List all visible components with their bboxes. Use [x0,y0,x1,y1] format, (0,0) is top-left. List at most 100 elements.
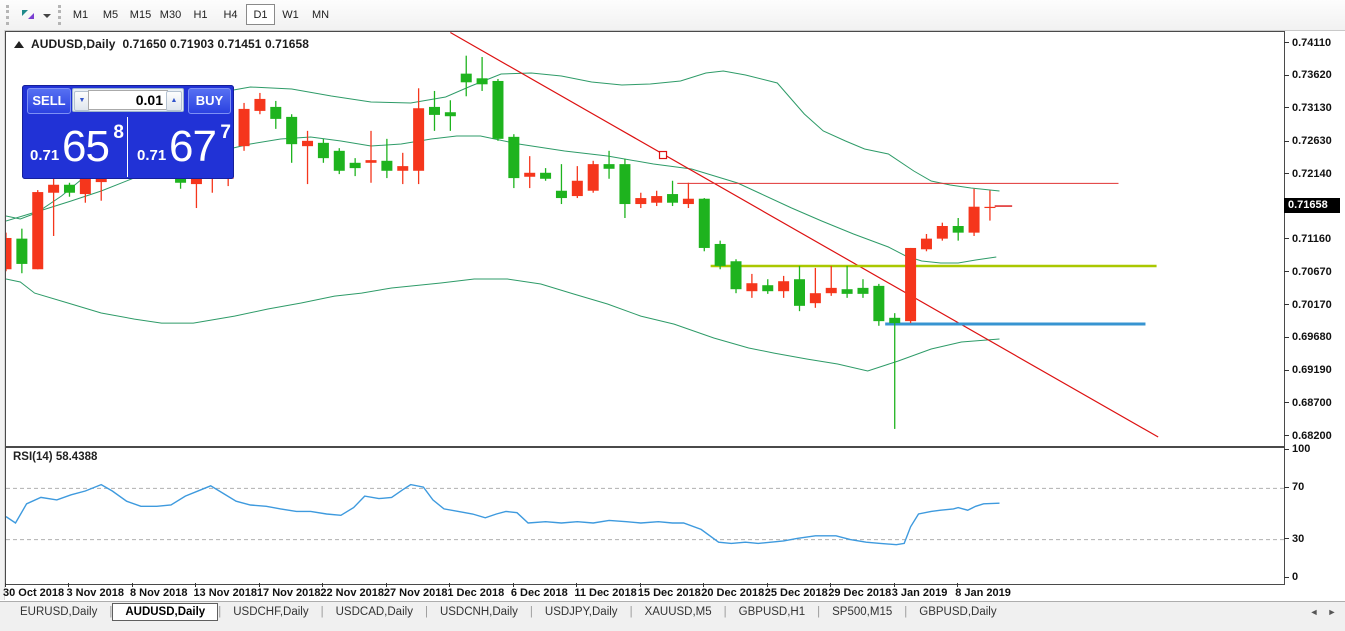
candle-body [349,162,361,169]
date-label: 11 Dec 2018 [574,587,637,599]
panel-divider [127,117,128,177]
date-axis[interactable]: 30 Oct 2018 3 Nov 2018 8 Nov 2018 13 Nov 20… [3,583,1345,601]
candle-body [825,287,837,294]
rsi-axis-tick [1284,448,1289,450]
price-axis-tick [1284,271,1289,273]
sell-price-sup: 8 [113,122,124,143]
rsi-axis-label: 100 [1292,443,1311,455]
candle-body [603,164,615,169]
date-label: 29 Dec 2018 [828,587,892,599]
timeframe-button-m15[interactable]: M15 [126,4,155,25]
chart-tab-usdchf-daily[interactable]: USDCHF,Daily [221,604,320,621]
timeframe-button-m1[interactable]: M1 [66,4,95,25]
candle-body [952,225,964,233]
trendline-handle[interactable] [658,150,668,160]
candle-body [6,237,12,270]
price-axis-tick [1284,304,1289,306]
candle-body [48,184,60,193]
price-axis-label: 0.72140 [1292,167,1332,180]
date-label: 6 Dec 2018 [510,587,568,599]
candle-body [619,164,631,205]
chart-tab-usdcad-daily[interactable]: USDCAD,Daily [324,604,425,621]
date-label: 22 Nov 2018 [320,587,384,599]
candle-body [762,285,774,292]
price-axis-label: 0.73130 [1292,101,1332,114]
date-label: 8 Nov 2018 [129,587,188,599]
rsi-axis-tick [1284,576,1289,578]
chart-tab-sp500-m15[interactable]: SP500,M15 [820,604,904,621]
date-label: 27 Nov 2018 [383,587,448,599]
date-label: 3 Jan 2019 [891,587,948,599]
price-axis-label: 0.73620 [1292,69,1332,82]
date-label: 15 Dec 2018 [637,587,701,599]
timeframe-button-d1[interactable]: D1 [246,4,275,25]
candle-body [714,243,726,266]
chart-tab-audusd-daily[interactable]: AUDUSD,Daily [112,603,219,621]
descending-trendline[interactable] [450,32,1159,438]
timeframe-button-h4[interactable]: H4 [216,4,245,25]
timeframe-button-w1[interactable]: W1 [276,4,305,25]
chart-tab-usdjpy-daily[interactable]: USDJPY,Daily [533,604,630,621]
current-price-label: 0.71658 [1284,198,1340,214]
rsi-line [6,483,1000,546]
rsi-indicator-pane[interactable]: RSI(14) 58.4388 [5,447,1285,585]
candle-body [540,172,552,179]
date-label: 25 Dec 2018 [764,587,828,599]
date-label: 8 Jan 2019 [955,587,1011,599]
timeframe-button-h1[interactable]: H1 [186,4,215,25]
price-chart-pane[interactable]: AUDUSD,Daily 0.71650 0.71903 0.71451 0.7… [5,31,1285,447]
toolbar-grip[interactable] [6,5,12,25]
candle-body [889,317,901,324]
candle-body [809,293,821,304]
candle-body [365,160,377,163]
rsi-axis-tick [1284,538,1289,540]
sell-button[interactable]: SELL [27,88,71,114]
candle-body [968,206,980,233]
timeframe-button-m5[interactable]: M5 [96,4,125,25]
candle-body [857,287,869,294]
buy-price-display[interactable]: 0.71 67 7 [129,118,233,174]
price-axis-tick [1284,140,1289,142]
volume-stepper: ▼ ▲ [72,88,184,112]
timeframe-button-mn[interactable]: MN [306,4,335,25]
price-axis-tick [1284,238,1289,240]
sell-price-big: 65 [62,122,110,171]
price-axis-tick [1284,42,1289,44]
price-axis-label: 0.71160 [1292,232,1332,245]
timeframe-button-m30[interactable]: M30 [156,4,185,25]
buy-price-big: 67 [169,122,217,171]
candle-body [778,281,790,292]
candle-body [79,178,91,195]
candle-body [667,194,679,203]
chart-tab-gbpusd-h1[interactable]: GBPUSD,H1 [727,604,817,621]
price-axis-label: 0.68700 [1292,396,1332,409]
buy-button[interactable]: BUY [188,88,231,114]
order-arrows-icon[interactable] [18,5,54,27]
date-label: 3 Nov 2018 [66,587,124,599]
collapse-panel-icon[interactable] [14,41,24,48]
chart-tab-gbpusd-daily[interactable]: GBPUSD,Daily [907,604,1008,621]
candle-body [270,106,282,119]
date-label: 30 Oct 2018 [3,587,65,599]
candle-body [905,247,917,322]
candle-body [635,198,647,205]
volume-increase-button[interactable]: ▲ [166,91,182,111]
price-axis-tick [1284,336,1289,338]
candle-body [508,136,520,179]
chart-tab-usdcnh-daily[interactable]: USDCNH,Daily [428,604,530,621]
candle-body [587,164,599,191]
price-axis-label: 0.72630 [1292,135,1332,148]
chart-tab-eurusd-daily[interactable]: EURUSD,Daily [8,604,109,621]
rsi-chart[interactable] [6,448,1284,584]
tab-scroll-right-icon[interactable]: ► [1326,606,1338,618]
tab-scroll-left-icon[interactable]: ◄ [1308,606,1320,618]
chart-tab-xauusd-m5[interactable]: XAUUSD,M5 [633,604,724,621]
rsi-axis-label: 70 [1292,481,1305,494]
candle-body [333,150,345,171]
toolbar-grip[interactable] [58,5,64,25]
sell-price-display[interactable]: 0.71 65 8 [22,118,126,174]
candle-body [317,142,329,159]
volume-input[interactable] [88,90,168,110]
candle-body [984,206,996,209]
date-label: 17 Nov 2018 [256,587,321,599]
